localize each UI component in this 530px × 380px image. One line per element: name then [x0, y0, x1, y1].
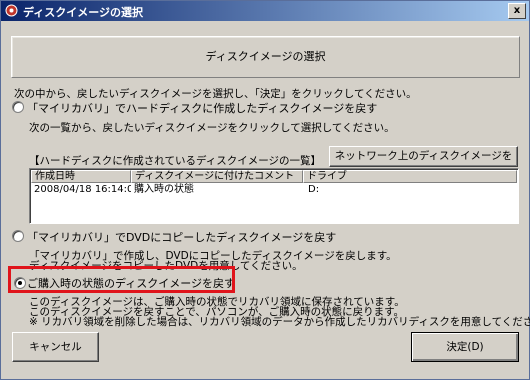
- instruction-text: 次の中から、戻したいディスクイメージを選択し、「決定」をクリックしてください。: [14, 88, 417, 100]
- column-header-date[interactable]: 作成日時: [31, 170, 131, 183]
- row-drive: D:: [308, 184, 320, 195]
- ok-button[interactable]: 決定(D): [411, 332, 519, 362]
- table-row[interactable]: 2008/04/18 16:14:06 購入時の状態 D:: [31, 183, 517, 196]
- list-title: 【ハードディスクに作成されているディスクイメージの一覧】: [29, 155, 322, 167]
- column-header-comment[interactable]: ディスクイメージに付けたコメント: [131, 170, 303, 183]
- radio-hdd-image[interactable]: [12, 101, 24, 113]
- network-image-button[interactable]: ネットワーク上のディスクイメージを選択: [329, 146, 518, 181]
- option-hdd-label[interactable]: 「マイリカバリ」でハードディスクに作成したディスクイメージを戻す: [27, 100, 377, 116]
- window-title: ディスクイメージの選択: [23, 6, 144, 19]
- highlight-box: [8, 266, 235, 293]
- row-comment: 購入時の状態: [134, 184, 194, 195]
- header-panel: ディスクイメージの選択: [11, 36, 520, 78]
- option-dvd-label[interactable]: 「マイリカバリ」でDVDにコピーしたディスクイメージを戻す: [27, 229, 336, 245]
- disk-image-list[interactable]: 作成日時 ディスクイメージに付けたコメント ドライブ 2008/04/18 16…: [29, 168, 519, 224]
- app-icon: [5, 4, 18, 17]
- list-header: 作成日時 ディスクイメージに付けたコメント ドライブ: [31, 170, 517, 183]
- radio-dvd-image[interactable]: [12, 230, 24, 242]
- option-factory-line3: ※ リカバリ領域を削除した場合は、リカバリ領域のデータから作成したリカバリディス…: [29, 316, 530, 328]
- cancel-button[interactable]: キャンセル: [12, 332, 99, 362]
- close-button[interactable]: x: [508, 3, 526, 19]
- title-bar[interactable]: ディスクイメージの選択 x: [1, 1, 529, 21]
- option-hdd-sub: 次の一覧から、戻したいディスクイメージをクリックして選択してください。: [29, 122, 395, 134]
- row-date: 2008/04/18 16:14:06: [34, 184, 131, 195]
- dialog-window: ディスクイメージの選択 x ディスクイメージの選択 次の中から、戻したいディスク…: [0, 0, 530, 380]
- column-header-drive[interactable]: ドライブ: [303, 170, 517, 183]
